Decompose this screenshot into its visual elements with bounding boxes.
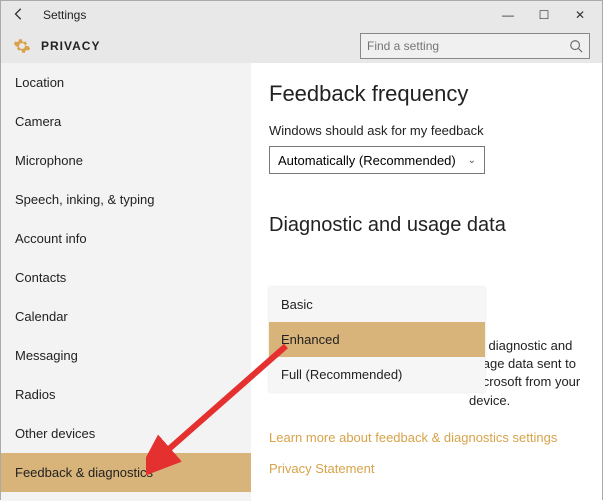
sidebar-item-messaging[interactable]: Messaging <box>1 336 251 375</box>
sidebar-item-radios[interactable]: Radios <box>1 375 251 414</box>
header-row: PRIVACY <box>1 29 602 63</box>
main-content: Feedback frequency Windows should ask fo… <box>251 63 602 501</box>
maximize-button[interactable]: ☐ <box>526 8 562 22</box>
sidebar-item-feedback-diagnostics[interactable]: Feedback & diagnostics <box>1 453 251 492</box>
search-icon <box>569 39 583 53</box>
feedback-label: Windows should ask for my feedback <box>269 123 584 138</box>
diag-option-enhanced[interactable]: Enhanced <box>269 322 485 357</box>
sidebar-item-location[interactable]: Location <box>1 63 251 102</box>
privacy-statement-link[interactable]: Privacy Statement <box>269 461 584 476</box>
diagnostic-heading: Diagnostic and usage data <box>269 214 584 237</box>
diagnostic-options-dropdown: Basic Enhanced Full (Recommended) <box>269 287 485 392</box>
search-input[interactable] <box>367 39 569 53</box>
sidebar-item-speech[interactable]: Speech, inking, & typing <box>1 180 251 219</box>
sidebar-item-account-info[interactable]: Account info <box>1 219 251 258</box>
sidebar-item-microphone[interactable]: Microphone <box>1 141 251 180</box>
feedback-frequency-heading: Feedback frequency <box>269 81 584 107</box>
sidebar: Location Camera Microphone Speech, inkin… <box>1 63 251 501</box>
gear-icon <box>13 37 31 55</box>
arrow-left-icon <box>12 7 26 21</box>
search-box[interactable] <box>360 33 590 59</box>
back-button[interactable] <box>5 7 33 24</box>
page-heading: PRIVACY <box>41 39 100 53</box>
minimize-button[interactable]: — <box>490 8 526 22</box>
feedback-frequency-select[interactable]: Automatically (Recommended) ⌄ <box>269 146 485 174</box>
sidebar-item-other-devices[interactable]: Other devices <box>1 414 251 453</box>
sidebar-item-calendar[interactable]: Calendar <box>1 297 251 336</box>
select-value: Automatically (Recommended) <box>278 153 456 168</box>
learn-more-link[interactable]: Learn more about feedback & diagnostics … <box>269 430 584 445</box>
close-button[interactable]: ✕ <box>562 8 598 22</box>
diag-option-full[interactable]: Full (Recommended) <box>269 357 485 392</box>
window-title: Settings <box>43 8 86 22</box>
diag-option-basic[interactable]: Basic <box>269 287 485 322</box>
sidebar-item-camera[interactable]: Camera <box>1 102 251 141</box>
sidebar-item-contacts[interactable]: Contacts <box>1 258 251 297</box>
title-bar: Settings — ☐ ✕ <box>1 1 602 29</box>
chevron-down-icon: ⌄ <box>468 155 476 166</box>
